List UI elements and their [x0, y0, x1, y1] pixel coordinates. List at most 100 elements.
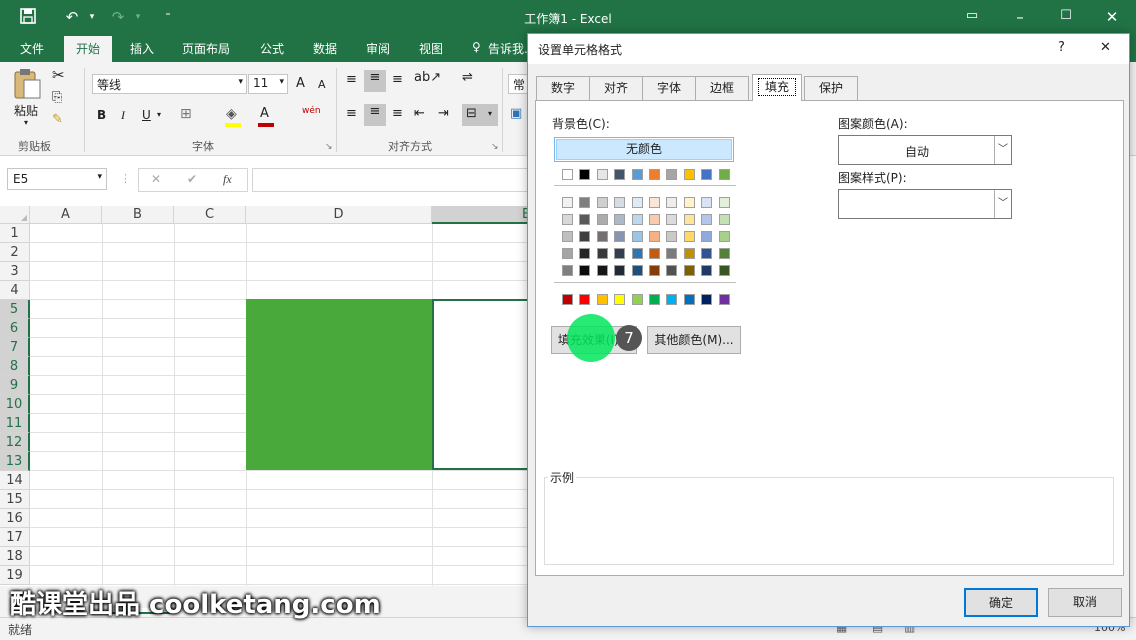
theme-color-swatch[interactable]	[614, 169, 626, 180]
cancel-button[interactable]: 取消	[1048, 588, 1122, 617]
shade-color-swatch[interactable]	[649, 265, 660, 276]
font-name-select[interactable]: 等线 ▾	[92, 74, 247, 94]
standard-color-swatch[interactable]	[579, 294, 591, 305]
shade-color-swatch[interactable]	[562, 231, 573, 242]
theme-color-swatch[interactable]	[596, 169, 608, 180]
row-header-16[interactable]: 16	[0, 509, 30, 528]
shade-color-swatch[interactable]	[614, 214, 626, 225]
tab-review[interactable]: 审阅	[366, 40, 390, 57]
tab-home[interactable]: 开始	[64, 36, 113, 62]
shade-color-swatch[interactable]	[596, 231, 608, 242]
decrease-indent-icon[interactable]: ⇤	[414, 106, 425, 121]
tab-fill[interactable]: 填充	[752, 74, 802, 101]
align-center-icon[interactable]: ≡	[364, 104, 386, 126]
column-header-a[interactable]: A	[30, 206, 102, 224]
grow-font-icon[interactable]: A	[296, 76, 305, 91]
shade-color-swatch[interactable]	[649, 231, 660, 242]
shade-color-swatch[interactable]	[701, 197, 713, 208]
theme-color-swatch[interactable]	[701, 169, 713, 180]
shade-color-swatch[interactable]	[701, 248, 713, 259]
shade-color-swatch[interactable]	[701, 214, 713, 225]
shade-color-swatch[interactable]	[579, 248, 591, 259]
help-icon[interactable]: ?	[1058, 40, 1065, 55]
tab-alignment[interactable]: 对齐	[589, 76, 643, 100]
shade-color-swatch[interactable]	[614, 248, 626, 259]
align-middle-icon[interactable]: ≡	[364, 70, 386, 92]
standard-color-swatch[interactable]	[701, 294, 713, 305]
column-header-e[interactable]: E	[432, 206, 530, 224]
shade-color-swatch[interactable]	[666, 265, 678, 276]
standard-color-swatch[interactable]	[683, 294, 695, 305]
shade-color-swatch[interactable]	[683, 248, 695, 259]
insert-function-icon[interactable]: fx	[223, 172, 232, 187]
column-header-c[interactable]: C	[174, 206, 246, 224]
shade-color-swatch[interactable]	[683, 214, 695, 225]
pattern-color-select[interactable]: 自动 ﹀	[838, 135, 1012, 165]
shade-color-swatch[interactable]	[683, 197, 695, 208]
shade-color-swatch[interactable]	[579, 231, 591, 242]
shade-color-swatch[interactable]	[579, 265, 591, 276]
phonetic-icon[interactable]: wén	[302, 106, 321, 116]
shade-color-swatch[interactable]	[649, 248, 660, 259]
standard-color-swatch[interactable]	[649, 294, 660, 305]
no-color-button[interactable]: 无颜色	[556, 139, 732, 160]
row-header-14[interactable]: 14	[0, 471, 30, 490]
formula-bar-splitter-icon[interactable]: ⋮	[120, 172, 131, 185]
row-header-15[interactable]: 15	[0, 490, 30, 509]
shade-color-swatch[interactable]	[614, 265, 626, 276]
paste-dropdown-icon[interactable]: ▾	[24, 118, 28, 127]
underline-dropdown-icon[interactable]: ▾	[157, 110, 161, 119]
copy-icon[interactable]: ⎘	[52, 90, 62, 105]
shade-color-swatch[interactable]	[701, 265, 713, 276]
row-header-5[interactable]: 5	[0, 300, 30, 319]
row-header-18[interactable]: 18	[0, 547, 30, 566]
row-header-13[interactable]: 13	[0, 452, 30, 471]
row-header-11[interactable]: 11	[0, 414, 30, 433]
fill-color-icon[interactable]: ◈	[226, 106, 237, 122]
tab-insert[interactable]: 插入	[130, 40, 154, 57]
name-box[interactable]: E5 ▾	[7, 168, 107, 190]
italic-button[interactable]: I	[121, 108, 125, 123]
shade-color-swatch[interactable]	[579, 197, 591, 208]
shade-color-swatch[interactable]	[631, 214, 643, 225]
standard-color-swatch[interactable]	[718, 294, 730, 305]
close-icon[interactable]: ✕	[1100, 40, 1111, 55]
merge-center-button[interactable]: ⊟ ▾	[462, 104, 498, 126]
wrap-text-icon[interactable]: ⇌	[462, 70, 473, 85]
theme-color-swatch[interactable]	[718, 169, 730, 180]
increase-indent-icon[interactable]: ⇥	[438, 106, 449, 121]
more-colors-button[interactable]: 其他颜色(M)...	[647, 326, 741, 354]
shade-color-swatch[interactable]	[666, 197, 678, 208]
tab-page-layout[interactable]: 页面布局	[182, 40, 230, 57]
theme-color-swatch[interactable]	[683, 169, 695, 180]
close-window-icon[interactable]: ✕	[1102, 8, 1122, 26]
shade-color-swatch[interactable]	[718, 231, 730, 242]
tab-data[interactable]: 数据	[313, 40, 337, 57]
row-header-10[interactable]: 10	[0, 395, 30, 414]
minimize-icon[interactable]: –	[1010, 8, 1030, 26]
column-header-b[interactable]: B	[102, 206, 174, 224]
shade-color-swatch[interactable]	[666, 231, 678, 242]
shade-color-swatch[interactable]	[596, 265, 608, 276]
shade-color-swatch[interactable]	[683, 231, 695, 242]
tab-file[interactable]: 文件	[20, 40, 44, 57]
underline-button[interactable]: U	[142, 108, 151, 122]
font-dialog-launcher-icon[interactable]: ↘	[325, 142, 333, 152]
tab-view[interactable]: 视图	[419, 40, 443, 57]
row-header-2[interactable]: 2	[0, 243, 30, 262]
shade-color-swatch[interactable]	[631, 265, 643, 276]
tell-me-search[interactable]: 告诉我...	[488, 40, 528, 57]
shade-color-swatch[interactable]	[562, 197, 573, 208]
row-header-19[interactable]: 19	[0, 566, 30, 585]
theme-color-swatch[interactable]	[649, 169, 660, 180]
standard-color-swatch[interactable]	[666, 294, 678, 305]
shade-color-swatch[interactable]	[666, 214, 678, 225]
theme-color-swatch[interactable]	[631, 169, 643, 180]
pattern-style-select[interactable]: ﹀	[838, 189, 1012, 219]
shade-color-swatch[interactable]	[631, 231, 643, 242]
shade-color-swatch[interactable]	[562, 214, 573, 225]
ribbon-display-icon[interactable]: ▭	[962, 8, 982, 23]
standard-color-swatch[interactable]	[596, 294, 608, 305]
shade-color-swatch[interactable]	[631, 197, 643, 208]
select-all-corner[interactable]: ◢	[0, 206, 30, 224]
